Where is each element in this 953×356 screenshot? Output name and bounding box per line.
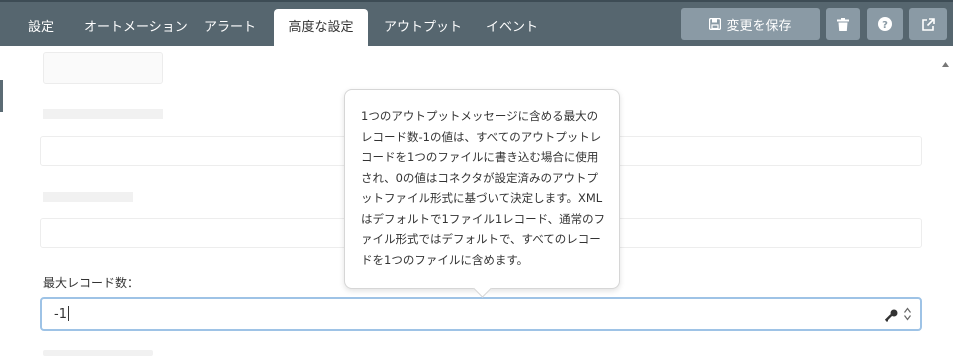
spinner-arrows-icon[interactable] (904, 306, 911, 325)
background-label (43, 109, 163, 119)
tab-output[interactable]: アウトプット (384, 9, 462, 46)
help-tooltip: 1つのアウトプットメッセージに含める最大のレコード数-1の値は、すべてのアウトプ… (344, 89, 620, 298)
key-icon[interactable] (884, 307, 898, 326)
svg-text:?: ? (882, 20, 888, 31)
floppy-disk-icon (709, 18, 722, 30)
delete-button[interactable] (826, 8, 860, 40)
topbar-edge (0, 0, 953, 2)
save-changes-button[interactable]: 変更を保存 (681, 8, 820, 40)
external-link-button[interactable] (909, 8, 947, 40)
trash-icon (837, 17, 849, 31)
tooltip-text: 1つのアウトプットメッセージに含める最大のレコード数-1の値は、すべてのアウトプ… (361, 109, 606, 267)
max-records-value[interactable]: -1 (54, 306, 69, 322)
tab-settings[interactable]: 設定 (14, 9, 68, 46)
tooltip-arrow (473, 279, 492, 298)
background-button (43, 52, 163, 84)
tab-automation[interactable]: オートメーション (84, 9, 188, 46)
background-label (43, 350, 153, 356)
tab-events[interactable]: イベント (480, 9, 544, 46)
top-navigation-bar: 設定 オートメーション アラート 高度な設定 アウトプット イベント 変更を保存… (0, 0, 953, 46)
background-label (43, 192, 133, 202)
scroll-up-arrow-icon[interactable] (942, 52, 949, 71)
save-button-label: 変更を保存 (726, 18, 792, 34)
question-icon: ? (878, 17, 892, 31)
left-edge-marker (0, 80, 3, 112)
help-button[interactable]: ? (867, 8, 903, 40)
tab-advanced-settings[interactable]: 高度な設定 (274, 9, 368, 46)
max-records-input[interactable]: -1 (40, 297, 922, 331)
tab-alerts[interactable]: アラート (198, 9, 262, 46)
external-link-icon (921, 17, 935, 31)
max-records-label: 最大レコード数： (43, 276, 140, 290)
